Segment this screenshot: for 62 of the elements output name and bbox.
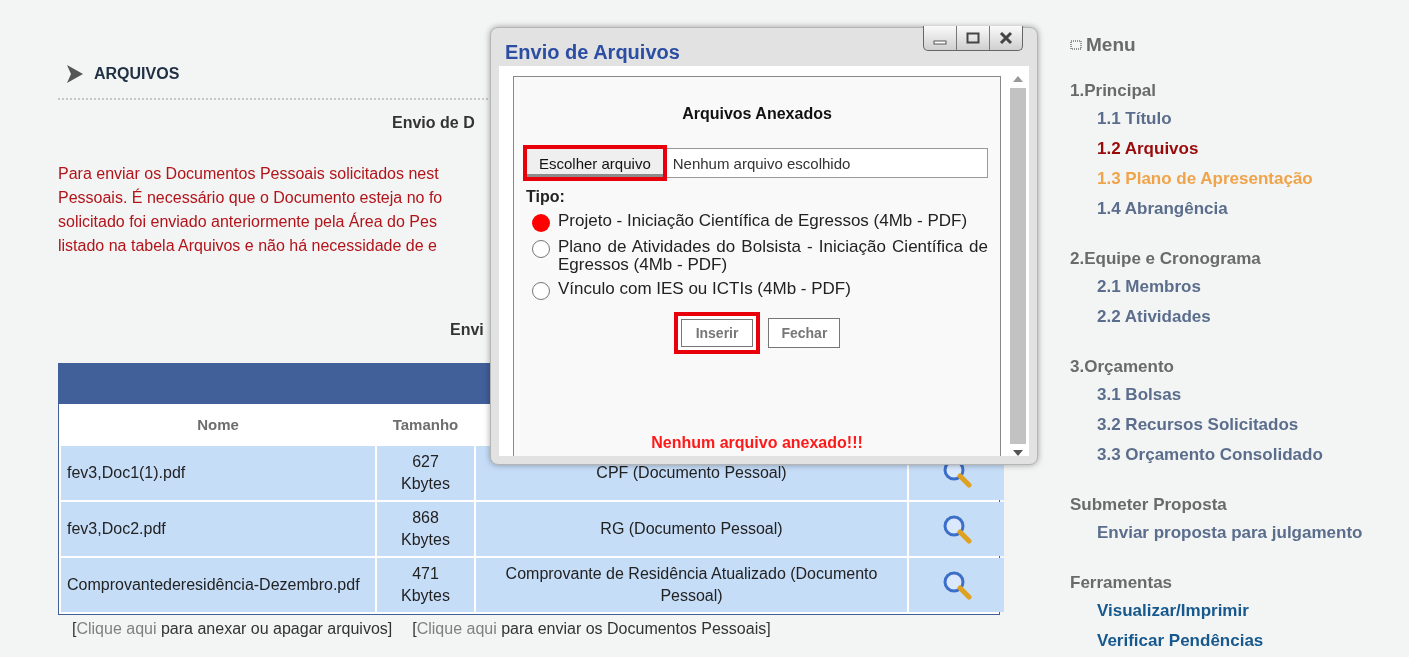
link[interactable]: Clique aqui: [416, 620, 497, 637]
menu-icon: [1070, 40, 1082, 50]
subtitle: Envio de D: [392, 114, 475, 132]
menu-item[interactable]: 3.2 Recursos Solicitados: [1097, 410, 1299, 440]
option-label: Vínculo com IES ou ICTIs (4Mb - PDF): [558, 280, 851, 298]
column-header: Tamanho: [392, 415, 459, 433]
notice-text: listado na tabela Arquivos e não há necessidade de e: [58, 236, 437, 256]
notice-text: solicitado foi enviado anteriormente pela Área do Pes: [58, 211, 437, 232]
scroll-down-icon[interactable]: [1013, 450, 1023, 456]
type-label: Tipo:: [526, 188, 565, 206]
table-cell: Comprovante de Residência Atualizado (Documento Pessoal): [476, 558, 907, 612]
menu-group-title: Submeter Proposta: [1070, 494, 1227, 516]
menu-group-title: 3.Orçamento: [1070, 356, 1174, 378]
close-icon: [999, 31, 1013, 45]
radio-button[interactable]: [532, 282, 550, 300]
dialog-button[interactable]: Inserir: [673, 312, 761, 354]
menu-item[interactable]: 3.1 Bolsas: [1097, 380, 1182, 410]
table-cell: 627 Kbytes: [377, 446, 474, 500]
column-header: Nome: [197, 415, 239, 433]
choose-file-button[interactable]: Escolher arquivo: [523, 145, 667, 181]
maximize-icon: [966, 31, 980, 45]
menu-item[interactable]: 1.4 Abrangência: [1097, 194, 1228, 224]
table-cell: fev3,Doc1(1).pdf: [61, 446, 375, 500]
minimize-icon: [933, 39, 947, 45]
menu-item[interactable]: 2.1 Membros: [1097, 272, 1201, 302]
section-title: ARQUIVOS: [94, 65, 180, 83]
link-text: [Clique aqui para enviar os Documentos Pessoais]: [412, 620, 771, 638]
magnifier-icon[interactable]: [941, 514, 972, 544]
scroll-up-icon[interactable]: [1013, 76, 1023, 82]
table-cell: fev3,Doc2.pdf: [61, 502, 375, 556]
dialog-button[interactable]: Fechar: [768, 318, 841, 348]
dialog-heading: Arquivos Anexados: [682, 105, 832, 123]
menu-item[interactable]: Verificar Pendências: [1097, 626, 1264, 656]
option-label: Plano de Atividades do Bolsista - Iniciação Científica de Egressos (4Mb - PDF): [558, 238, 988, 274]
link[interactable]: Clique aqui: [76, 620, 157, 637]
menu-item[interactable]: 1.1 Título: [1097, 104, 1172, 134]
notice-text: Para enviar os Documentos Pessoais solicitados nest: [58, 164, 439, 184]
table-cell: 868 Kbytes: [377, 502, 474, 556]
menu-group-title: 2.Equipe e Cronograma: [1070, 248, 1261, 270]
menu-group-title: 1.Principal: [1070, 80, 1156, 102]
radio-button[interactable]: [532, 214, 550, 232]
menu-item[interactable]: 3.3 Orçamento Consolidado: [1097, 440, 1323, 470]
menu-title: Menu: [1086, 34, 1136, 56]
menu-group-title: Ferramentas: [1070, 572, 1173, 594]
file-input[interactable]: Escolher arquivo Nenhum arquivo escolhido: [526, 148, 988, 178]
chevron-icon: [66, 64, 84, 84]
table-cell: 471 Kbytes: [377, 558, 474, 612]
magnifier-icon[interactable]: [941, 570, 972, 600]
menu-item[interactable]: 2.2 Atividades: [1097, 302, 1211, 332]
menu-item[interactable]: 1.2 Arquivos: [1097, 134, 1199, 164]
menu-item[interactable]: Enviar proposta para julgamento: [1097, 518, 1363, 548]
notice-text: Pessoais. É necessário que o Documento esteja no fo: [58, 187, 443, 208]
option-label: Projeto - Iniciação Científica de Egressos (4Mb - PDF): [558, 212, 968, 230]
link-text: [Clique aqui para anexar ou apagar arquivos]: [72, 620, 393, 638]
dialog-title: Envio de Arquivos: [505, 41, 680, 65]
scrollbar[interactable]: [1007, 76, 1029, 456]
table-cell: RG (Documento Pessoal): [476, 502, 907, 556]
radio-button[interactable]: [532, 240, 550, 258]
table-cell: Comprovantederesidência-Dezembro.pdf: [61, 558, 375, 612]
file-status: Nenhum arquivo escolhido: [672, 154, 851, 172]
subtitle: Envi: [450, 321, 484, 339]
menu-item[interactable]: Visualizar/Imprimir: [1097, 596, 1249, 626]
